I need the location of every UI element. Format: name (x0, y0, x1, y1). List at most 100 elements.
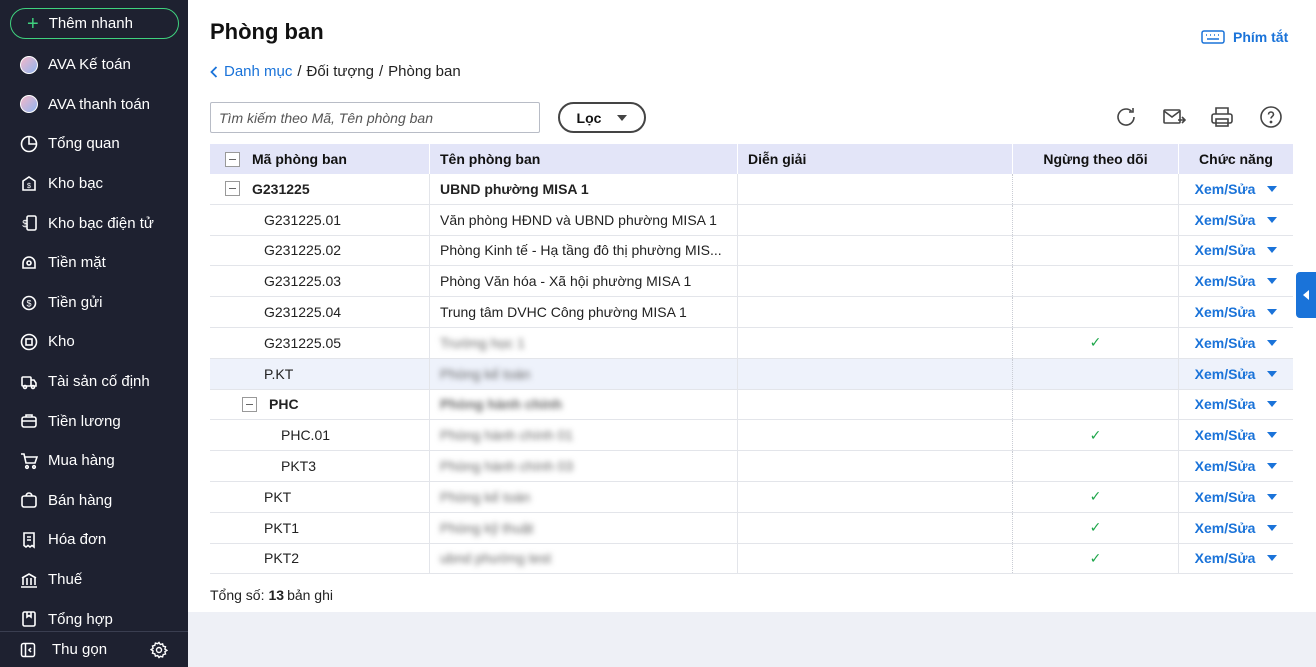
side-panel-toggle[interactable] (1296, 272, 1316, 318)
chevron-down-icon[interactable] (1267, 463, 1278, 470)
view-edit-label: Xem/Sửa (1194, 334, 1256, 351)
chevron-down-icon[interactable] (1267, 247, 1278, 254)
view-edit-button[interactable]: Xem/Sửa (1195, 520, 1278, 536)
view-edit-button[interactable]: Xem/Sửa (1195, 242, 1278, 258)
view-edit-button[interactable]: Xem/Sửa (1195, 304, 1278, 320)
collapse-sidebar-icon[interactable] (20, 642, 36, 658)
breadcrumb-back-link[interactable]: Danh mục (210, 63, 292, 80)
sidebar-item-mua-hang[interactable]: Mua hàng (0, 441, 188, 481)
sidebar-item-tien-luong[interactable]: Tiền lương (0, 401, 188, 441)
collapse-sidebar-button[interactable]: Thu gọn (52, 641, 107, 658)
pie-chart-icon (19, 134, 39, 154)
table-row[interactable]: PKT1 Phòng kỹ thuật ✓ Xem/Sửa (210, 512, 1293, 544)
chevron-down-icon (617, 114, 628, 121)
e-treasury-icon: $ (19, 213, 39, 233)
row-stopped-cell: ✓ (1013, 543, 1179, 574)
view-edit-button[interactable]: Xem/Sửa (1195, 212, 1278, 228)
chevron-down-icon[interactable] (1267, 432, 1278, 439)
view-edit-button[interactable]: Xem/Sửa (1195, 458, 1278, 474)
table-row[interactable]: G231225 UBND phường MISA 1 Xem/Sửa (210, 174, 1293, 205)
sidebar-item-label: Kho (48, 333, 75, 351)
row-code: G231225.01 (210, 204, 430, 235)
breadcrumb-separator: / (297, 63, 302, 80)
table-row[interactable]: G231225.01 Văn phòng HĐND và UBND phường… (210, 204, 1293, 236)
sidebar-item-ban-hang[interactable]: Bán hàng (0, 481, 188, 521)
row-stopped-cell (1013, 266, 1179, 297)
sidebar-item-hoa-don[interactable]: Hóa đơn (0, 520, 188, 560)
sidebar-item-kho-bac[interactable]: $ Kho bạc (0, 164, 188, 204)
view-edit-button[interactable]: Xem/Sửa (1195, 273, 1278, 289)
row-action-cell: Xem/Sửa (1179, 359, 1293, 389)
shortcut-button[interactable]: Phím tắt (1201, 29, 1288, 45)
chevron-down-icon[interactable] (1267, 185, 1278, 192)
tree-collapse-toggle[interactable] (225, 181, 240, 197)
chevron-down-icon[interactable] (1267, 401, 1278, 408)
table-row[interactable]: G231225.05 Trường học 1 ✓ Xem/Sửa (210, 327, 1293, 359)
chevron-down-icon[interactable] (1267, 493, 1278, 500)
sidebar-item-tien-gui[interactable]: $ Tiền gửi (0, 283, 188, 323)
tree-collapse-toggle[interactable] (242, 396, 257, 412)
summary-icon (19, 609, 39, 629)
row-description (738, 297, 1013, 327)
table-row[interactable]: PKT2 ubnd phường test ✓ Xem/Sửa (210, 543, 1293, 575)
view-edit-button[interactable]: Xem/Sửa (1195, 366, 1278, 382)
view-edit-button[interactable]: Xem/Sửa (1195, 396, 1278, 412)
row-stopped-cell (1013, 204, 1179, 235)
sidebar-item-thue[interactable]: Thuế (0, 560, 188, 600)
treasury-icon: $ (19, 174, 39, 194)
table-row[interactable]: G231225.04 Trung tâm DVHC Công phường MI… (210, 297, 1293, 328)
row-name: Phòng kỹ thuật (440, 519, 534, 536)
table-row[interactable]: G231225.03 Phòng Văn hóa - Xã hội phường… (210, 266, 1293, 298)
table-row[interactable]: PHC.01 Phòng hành chính 01 ✓ Xem/Sửa (210, 420, 1293, 452)
main-content: Phòng ban Phím tắt Danh mục / Đối tượng … (188, 0, 1316, 612)
table-row[interactable]: G231225.02 Phòng Kinh tế - Hạ tầng đô th… (210, 235, 1293, 267)
row-code-cell: PHC (210, 389, 430, 420)
row-name: Phòng Kinh tế - Hạ tầng đô thị phường MI… (430, 235, 738, 266)
total-count: 13 (268, 587, 285, 603)
filter-button[interactable]: Lọc (558, 102, 646, 133)
refresh-icon[interactable] (1114, 105, 1138, 129)
chevron-down-icon[interactable] (1267, 555, 1278, 562)
row-stopped-cell: ✓ (1013, 420, 1179, 451)
table-row[interactable]: P.KT Phòng kế toán Xem/Sửa (210, 358, 1293, 390)
sidebar-item-kho[interactable]: Kho (0, 322, 188, 362)
chevron-down-icon[interactable] (1267, 216, 1278, 223)
table-row[interactable]: PKT Phòng kế toán ✓ Xem/Sửa (210, 481, 1293, 513)
chevron-down-icon[interactable] (1267, 370, 1278, 377)
collapse-all-checkbox[interactable] (225, 151, 240, 167)
sidebar-item-tong-quan[interactable]: Tổng quan (0, 124, 188, 164)
table-row[interactable]: PKT3 Phòng hành chính 03 Xem/Sửa (210, 451, 1293, 482)
sidebar-item-ava-ke-toan[interactable]: AVA Kế toán (0, 45, 188, 85)
chevron-down-icon[interactable] (1267, 278, 1278, 285)
view-edit-button[interactable]: Xem/Sửa (1195, 489, 1278, 505)
row-code: G231225.03 (210, 266, 430, 297)
chevron-down-icon[interactable] (1267, 524, 1278, 531)
view-edit-button[interactable]: Xem/Sửa (1195, 335, 1278, 351)
view-edit-button[interactable]: Xem/Sửa (1195, 550, 1278, 566)
chevron-down-icon[interactable] (1267, 339, 1278, 346)
chevron-down-icon[interactable] (1267, 309, 1278, 316)
view-edit-button[interactable]: Xem/Sửa (1195, 427, 1278, 443)
send-mail-icon[interactable] (1162, 105, 1186, 129)
sidebar-item-tai-san-co-dinh[interactable]: Tài sản cố định (0, 362, 188, 402)
sidebar-item-ava-thanh-toan[interactable]: AVA thanh toán (0, 85, 188, 125)
row-name: Trung tâm DVHC Công phường MISA 1 (430, 297, 738, 327)
sidebar-item-label: Tổng hợp (48, 610, 113, 628)
table-row[interactable]: PHC Phòng hành chính Xem/Sửa (210, 389, 1293, 421)
sidebar-item-kho-bac-dien-tu[interactable]: $ Kho bạc điện tử (0, 203, 188, 243)
sidebar-item-label: Bán hàng (48, 491, 113, 509)
printer-icon[interactable] (1210, 105, 1234, 129)
help-icon[interactable] (1259, 105, 1283, 129)
sidebar-item-tien-mat[interactable]: Tiền mặt (0, 243, 188, 283)
row-stopped-cell (1013, 389, 1179, 420)
row-stopped-cell (1013, 358, 1179, 389)
search-input[interactable] (210, 102, 540, 133)
row-code: G231225.05 (210, 327, 430, 358)
checkmark-icon: ✓ (1089, 426, 1102, 443)
row-code: PKT (210, 481, 430, 512)
row-action-cell: Xem/Sửa (1179, 205, 1293, 235)
row-code-cell: G231225 (210, 174, 430, 204)
gear-icon[interactable] (150, 641, 168, 659)
view-edit-button[interactable]: Xem/Sửa (1195, 181, 1278, 197)
quick-add-button[interactable]: + Thêm nhanh (10, 8, 179, 39)
